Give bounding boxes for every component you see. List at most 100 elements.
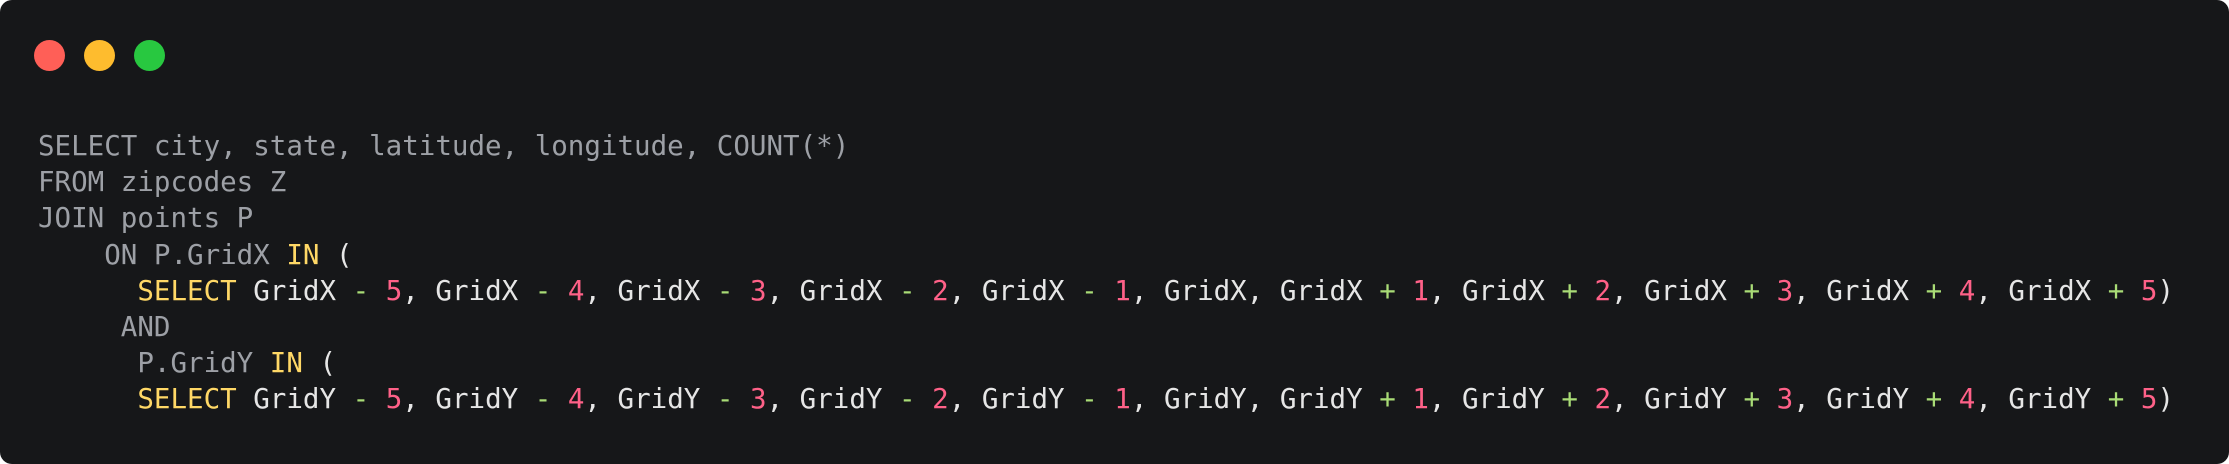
code-block: SELECT city, state, latitude, longitude,… xyxy=(38,128,2174,418)
code-token-number: 3 xyxy=(1776,383,1794,416)
code-token-operator: + xyxy=(1561,383,1578,416)
code-token-operator: - xyxy=(716,383,734,416)
code-token-ident xyxy=(1760,383,1777,415)
code-token-ident xyxy=(2124,275,2141,307)
code-token-plain: JOIN points P xyxy=(38,202,254,235)
code-token-number: 1 xyxy=(1114,274,1131,307)
code-token-ident: , GridY, GridY xyxy=(1130,383,1380,416)
code-token-ident: ) xyxy=(2157,274,2175,307)
code-token-ident xyxy=(733,275,750,307)
code-token-number: 5 xyxy=(2140,274,2158,307)
code-line: SELECT GridX - 5, GridX - 4, GridX - 3, … xyxy=(38,273,2174,309)
code-token-ident xyxy=(1578,383,1595,415)
code-token-ident xyxy=(733,383,750,415)
code-token-operator: - xyxy=(534,274,552,307)
code-token-ident: , GridX xyxy=(584,274,717,307)
code-token-operator: + xyxy=(2107,383,2125,416)
code-token-ident xyxy=(1760,275,1777,307)
code-line: SELECT city, state, latitude, longitude,… xyxy=(38,128,2174,164)
code-token-ident: GridX xyxy=(236,274,353,307)
code-token-number: 4 xyxy=(1958,383,1976,416)
code-token-ident xyxy=(551,383,568,415)
code-token-operator: + xyxy=(1925,383,1943,416)
code-line: SELECT GridY - 5, GridY - 4, GridY - 3, … xyxy=(38,381,2174,417)
code-token-ident xyxy=(1942,383,1959,415)
code-token-operator: - xyxy=(1081,274,1098,307)
code-token-keyword: SELECT xyxy=(137,274,237,307)
code-token-ident xyxy=(1578,275,1595,307)
code-line: FROM zipcodes Z xyxy=(38,164,2174,200)
code-token-plain: AND xyxy=(38,310,171,343)
code-token-ident: ) xyxy=(2157,383,2175,416)
code-token-number: 3 xyxy=(750,383,767,416)
code-token-number: 1 xyxy=(1412,383,1429,416)
code-window: SELECT city, state, latitude, longitude,… xyxy=(0,0,2229,464)
code-token-number: 1 xyxy=(1412,274,1429,307)
code-token-ident: , GridX xyxy=(766,274,900,307)
code-token-number: 1 xyxy=(1114,383,1131,416)
code-token-ident xyxy=(369,383,386,415)
code-token-ident: , GridY xyxy=(1975,383,2108,416)
code-token-ident: , GridX xyxy=(948,274,1082,307)
code-token-number: 3 xyxy=(750,274,767,307)
code-token-ident xyxy=(2124,383,2141,415)
code-token-operator: + xyxy=(2107,274,2125,307)
code-token-ident xyxy=(369,275,386,307)
code-line: ON P.GridX IN ( xyxy=(38,237,2174,273)
code-token-ident: , GridY xyxy=(584,383,717,416)
code-token-ident: , GridY xyxy=(1793,383,1926,416)
code-token-number: 2 xyxy=(932,383,949,416)
code-token-operator: - xyxy=(899,383,916,416)
code-token-number: 4 xyxy=(1958,274,1976,307)
code-token-plain: ON P.GridX xyxy=(38,238,287,271)
code-token-operator: + xyxy=(1379,274,1396,307)
code-token-ident: , GridX xyxy=(1428,274,1562,307)
code-token-ident: , GridY xyxy=(402,383,535,416)
close-dot-icon[interactable] xyxy=(34,40,65,71)
code-token-ident: ( xyxy=(302,347,337,380)
code-token-number: 5 xyxy=(2140,383,2158,416)
code-token-ident: GridY xyxy=(236,383,353,416)
code-token-keyword: SELECT xyxy=(137,383,237,416)
code-token-ident xyxy=(916,275,933,307)
maximize-dot-icon[interactable] xyxy=(134,40,165,71)
code-token-operator: + xyxy=(1379,383,1396,416)
code-token-number: 3 xyxy=(1776,274,1794,307)
code-token-number: 2 xyxy=(1594,383,1612,416)
code-token-operator: - xyxy=(1081,383,1098,416)
code-token-operator: - xyxy=(899,274,916,307)
code-token-plain: FROM zipcodes Z xyxy=(38,166,287,199)
code-token-ident: , GridY xyxy=(1611,383,1744,416)
code-token-operator: - xyxy=(716,274,734,307)
code-token-ident: , GridY xyxy=(766,383,900,416)
code-token-ident: ( xyxy=(319,238,353,271)
code-token-operator: - xyxy=(352,274,370,307)
code-token-operator: + xyxy=(1561,274,1578,307)
code-token-keyword: IN xyxy=(269,347,303,380)
code-line: P.GridY IN ( xyxy=(38,345,2174,381)
code-token-ident: , GridX, GridX xyxy=(1130,274,1380,307)
minimize-dot-icon[interactable] xyxy=(84,40,115,71)
code-token-ident: , GridX xyxy=(402,274,535,307)
code-token-number: 2 xyxy=(932,274,949,307)
code-line: JOIN points P xyxy=(38,200,2174,236)
code-token-ident: , GridX xyxy=(1611,274,1744,307)
code-token-number: 4 xyxy=(567,274,585,307)
code-token-plain: P.GridY xyxy=(38,347,270,380)
code-token-number: 5 xyxy=(385,274,403,307)
code-token-operator: + xyxy=(1925,274,1943,307)
code-token-ident xyxy=(1098,383,1115,415)
code-token-plain: SELECT city, state, latitude, longitude,… xyxy=(38,130,850,162)
code-token-ident: , GridY xyxy=(948,383,1082,416)
code-line: AND xyxy=(38,309,2174,345)
code-token-operator: + xyxy=(1743,274,1761,307)
code-token-keyword: IN xyxy=(286,238,320,271)
code-token-ident: , GridX xyxy=(1975,274,2108,307)
code-token-operator: + xyxy=(1743,383,1761,416)
code-token-ident xyxy=(1098,275,1115,307)
code-token-ident xyxy=(1396,275,1413,307)
code-token-number: 4 xyxy=(567,383,585,416)
code-token-operator: - xyxy=(534,383,552,416)
